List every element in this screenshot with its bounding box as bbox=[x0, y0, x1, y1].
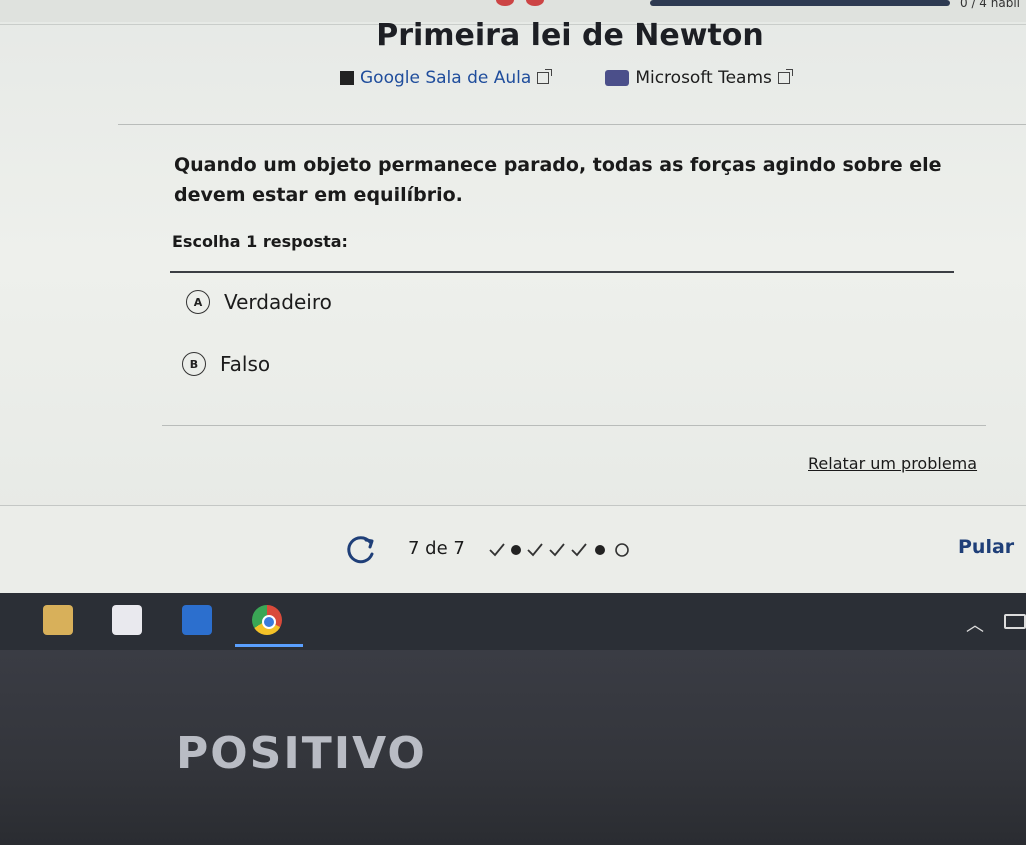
microsoft-teams-label: Microsoft Teams bbox=[635, 68, 772, 88]
prompt-divider bbox=[170, 271, 954, 273]
option-b[interactable]: B Falso bbox=[182, 352, 270, 376]
brand-logo: POSITIVO bbox=[176, 728, 427, 779]
option-a[interactable]: A Verdadeiro bbox=[186, 290, 332, 314]
check-mark-icon bbox=[489, 543, 505, 557]
question-counter: 7 de 7 bbox=[408, 538, 465, 559]
option-label: Falso bbox=[220, 352, 271, 376]
check-mark-icon bbox=[549, 543, 565, 557]
active-app-indicator bbox=[235, 644, 303, 647]
answer-prompt: Escolha 1 resposta: bbox=[172, 232, 348, 251]
external-link-icon bbox=[777, 69, 793, 84]
progress-tracker bbox=[489, 543, 629, 557]
battery-icon[interactable] bbox=[1004, 614, 1026, 629]
microsoft-teams-icon bbox=[605, 70, 630, 86]
filled-dot-icon bbox=[595, 545, 605, 555]
filled-dot-icon bbox=[511, 545, 521, 555]
integration-links: Google Sala de Aula Microsoft Teams bbox=[340, 68, 793, 88]
top-dot-icon bbox=[526, 0, 544, 6]
external-link-icon bbox=[537, 69, 553, 84]
option-letter-badge: B bbox=[182, 352, 206, 376]
google-classroom-label: Google Sala de Aula bbox=[360, 68, 532, 88]
option-letter-badge: A bbox=[186, 290, 210, 314]
question-text: Quando um objeto permanece parado, todas… bbox=[174, 154, 942, 206]
top-progress-bar bbox=[650, 0, 950, 6]
header-divider bbox=[118, 124, 1026, 125]
mail-icon[interactable] bbox=[182, 605, 212, 635]
store-icon[interactable] bbox=[112, 605, 142, 635]
page-title: Primeira lei de Newton bbox=[376, 18, 764, 53]
chevron-up-icon[interactable]: ︿ bbox=[966, 611, 984, 637]
file-explorer-icon[interactable] bbox=[43, 605, 73, 635]
options-divider bbox=[162, 425, 986, 426]
empty-circle-icon bbox=[615, 543, 629, 557]
laptop-bezel: POSITIVO bbox=[0, 650, 1026, 845]
top-dot-icon bbox=[496, 0, 514, 6]
browser-screen: 0 / 4 habil Primeira lei de Newton Googl… bbox=[0, 0, 1026, 650]
option-label: Verdadeiro bbox=[224, 290, 332, 314]
microsoft-teams-link[interactable]: Microsoft Teams bbox=[605, 68, 793, 88]
check-mark-icon bbox=[527, 543, 543, 557]
google-classroom-icon bbox=[340, 71, 354, 85]
check-mark-icon bbox=[571, 543, 587, 557]
retry-icon[interactable] bbox=[340, 530, 380, 570]
taskbar bbox=[0, 593, 1026, 650]
top-right-fragment: 0 / 4 habil bbox=[960, 0, 1020, 10]
chrome-center-icon bbox=[262, 615, 276, 629]
google-classroom-link[interactable]: Google Sala de Aula bbox=[340, 68, 553, 88]
skip-button[interactable]: Pular bbox=[958, 536, 1014, 558]
report-problem-link[interactable]: Relatar um problema bbox=[808, 454, 977, 473]
